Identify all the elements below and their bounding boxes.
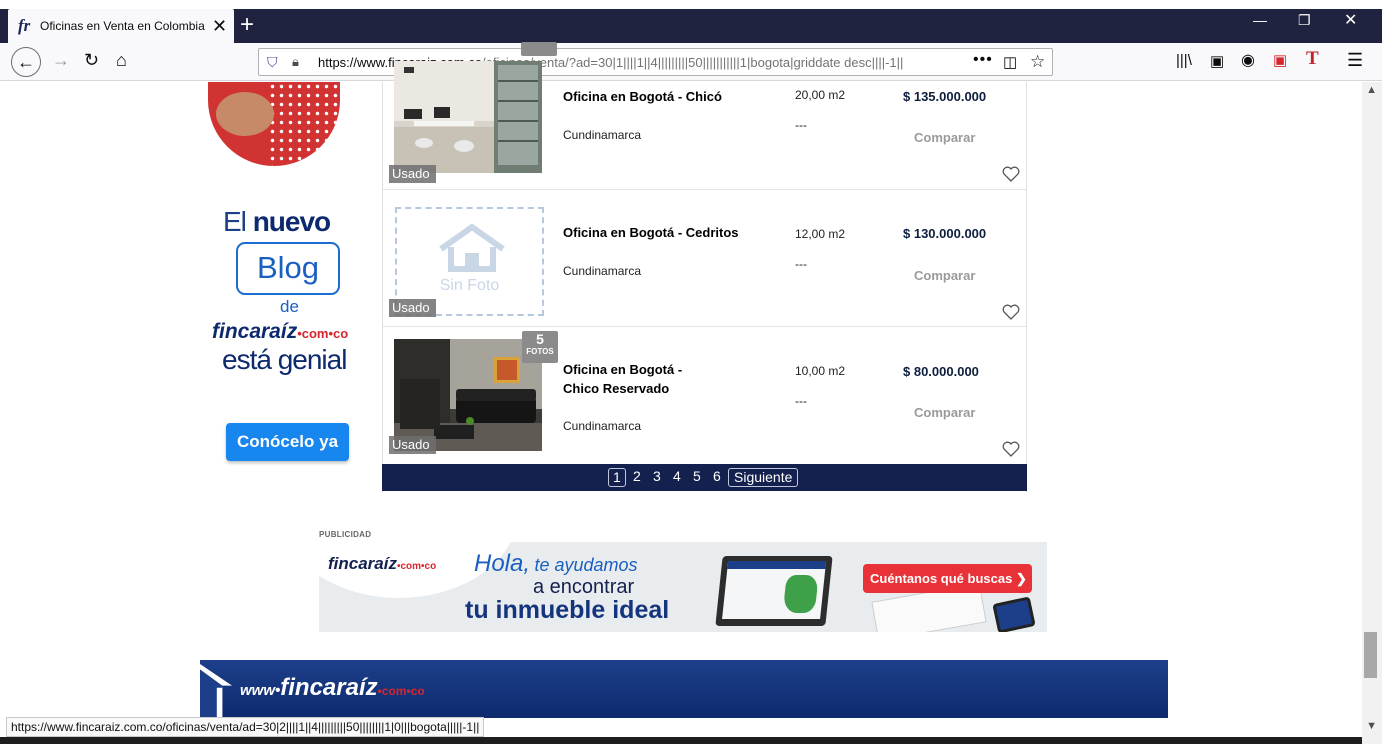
reload-icon[interactable]: ↻ [84, 50, 99, 71]
office-photo[interactable] [394, 61, 542, 173]
sidebar-icon[interactable]: ▣ [1210, 52, 1224, 70]
listing-rooms: --- [795, 394, 807, 408]
favorite-heart-icon[interactable] [1002, 441, 1020, 457]
favorite-heart-icon[interactable] [1002, 304, 1020, 320]
house-placeholder-icon [439, 223, 505, 272]
site-footer: www•fincaraíz•com•co [200, 660, 1168, 718]
listing-region: Cundinamarca [563, 419, 642, 433]
office-photo[interactable] [394, 339, 542, 451]
tab-bar: fr Oficinas en Venta en Colombia ✕ + — ❐… [0, 0, 1382, 43]
title-strip [0, 0, 1382, 9]
listing-area: 12,00 m2 [795, 227, 846, 241]
page-link[interactable]: 2 [633, 468, 641, 487]
blog-ad-brand-logo: fincaraíz•com•co [212, 320, 349, 343]
tab-title: Oficinas en Venta en Colombia [40, 19, 205, 33]
page-link-current[interactable]: 1 [608, 468, 626, 487]
listing-title-line2: Chico Reservado [563, 381, 670, 396]
lock-icon[interactable]: 🔒︎ [292, 54, 299, 70]
listing-region: Cundinamarca [563, 264, 642, 278]
next-page-button[interactable]: Siguiente [728, 468, 799, 487]
photo-count: 5 [536, 331, 544, 347]
listing-photo-frame[interactable]: Usado [386, 42, 557, 185]
scrollbar-thumb[interactable] [1364, 632, 1377, 678]
blog-ad-line4: está genial [222, 344, 347, 375]
banner-brand-logo: fincaraíz•com•co [328, 554, 437, 573]
close-tab-icon[interactable]: ✕ [212, 16, 227, 37]
blog-ad-line1: El nuevo [223, 206, 331, 237]
cuentanos-que-buscas-button[interactable]: Cuéntanos qué buscas ❯ [863, 564, 1032, 593]
minimize-icon[interactable]: — [1253, 12, 1267, 28]
condition-badge: Usado [389, 165, 436, 183]
photo-count-label: FOTOS [526, 347, 554, 356]
page-link[interactable]: 5 [693, 468, 701, 487]
library-icon[interactable]: |||\ [1176, 52, 1192, 69]
listing-title[interactable]: Oficina en Bogotá - Chicó [563, 87, 733, 106]
back-icon[interactable]: ← [11, 47, 41, 77]
forward-icon[interactable]: → [52, 50, 70, 71]
banner-headline-1: Hola, te ayudamos [474, 550, 638, 577]
photo-count-badge [521, 42, 557, 56]
listing-area: 10,00 m2 [795, 364, 846, 378]
home-icon[interactable]: ⌂ [116, 50, 127, 71]
advertising-banner[interactable]: fincaraíz•com•co Hola, te ayudamos a enc… [319, 542, 1047, 632]
translate-extension-icon[interactable]: T [1306, 48, 1319, 70]
listing-item[interactable]: 5 FOTOS Usado Oficina en Bogotá - Chico … [383, 327, 1026, 464]
active-tab[interactable]: fr Oficinas en Venta en Colombia ✕ [8, 9, 234, 43]
scroll-up-icon[interactable]: ▲ [1366, 84, 1377, 96]
listing-rooms: --- [795, 257, 807, 271]
listing-title[interactable]: Oficina en Bogotá - Chico Reservado [563, 360, 733, 398]
close-window-icon[interactable]: ✕ [1344, 10, 1357, 30]
page-link[interactable]: 4 [673, 468, 681, 487]
listing-photo-frame[interactable]: 5 FOTOS Usado [386, 327, 558, 470]
site-favicon-icon: fr [18, 16, 31, 35]
listing-price: $ 135.000.000 [903, 89, 987, 104]
listing-price: $ 80.000.000 [903, 364, 979, 379]
listing-title-line1: Oficina en Bogotá - [563, 362, 683, 377]
bookmark-star-icon[interactable]: ☆ [1030, 52, 1045, 72]
blog-ad-photo [208, 82, 340, 166]
listing-item[interactable]: Usado Oficina en Bogotá - Chicó Cundinam… [383, 42, 1026, 190]
favorite-heart-icon[interactable] [1002, 166, 1020, 182]
blog-ad-de: de [280, 297, 299, 316]
listing-rooms: --- [795, 118, 807, 132]
listing-region: Cundinamarca [563, 128, 642, 142]
pagination: 1 2 3 4 5 6 Siguiente [382, 464, 1027, 491]
condition-badge: Usado [389, 299, 436, 317]
advertising-label: PUBLICIDAD [319, 530, 372, 539]
condition-badge: Usado [389, 436, 436, 454]
menu-icon[interactable]: ☰ [1347, 50, 1363, 71]
listing-results: Usado Oficina en Bogotá - Chicó Cundinam… [382, 42, 1027, 492]
scroll-down-icon[interactable]: ▼ [1366, 720, 1377, 732]
restore-icon[interactable]: ❐ [1298, 12, 1311, 29]
browser-window: fr Oficinas en Venta en Colombia ✕ + — ❐… [0, 0, 1382, 744]
compare-button[interactable]: Comparar [914, 130, 975, 145]
footer-brand-logo[interactable]: www•fincaraíz•com•co [240, 674, 425, 702]
photo-count-badge: 5 FOTOS [522, 331, 558, 363]
listing-area: 20,00 m2 [795, 88, 846, 102]
no-photo-text: Sin Foto [439, 277, 500, 294]
listing-item[interactable]: Sin Foto Usado Oficina en Bogotá - Cedri… [383, 190, 1026, 327]
listing-price: $ 130.000.000 [903, 226, 987, 241]
pocket-extension-icon[interactable]: ▣ [1273, 51, 1287, 69]
blog-ad-box: Blog [236, 242, 340, 295]
listing-photo-frame[interactable]: Sin Foto Usado [386, 190, 548, 333]
page-link[interactable]: 6 [713, 468, 721, 487]
new-tab-icon[interactable]: + [240, 11, 254, 39]
laptop-illustration [715, 556, 833, 626]
status-bar-link: https://www.fincaraiz.com.co/oficinas/ve… [6, 717, 485, 737]
banner-headline-3: tu inmueble ideal [465, 596, 670, 624]
account-icon[interactable]: ◉ [1241, 50, 1255, 70]
compare-button[interactable]: Comparar [914, 405, 975, 420]
compare-button[interactable]: Comparar [914, 268, 975, 283]
chevron-right-icon: ❯ [1015, 571, 1027, 586]
conocelo-ya-button[interactable]: Conócelo ya [226, 423, 349, 461]
taskbar-strip [0, 737, 1362, 744]
page-link[interactable]: 3 [653, 468, 661, 487]
phone-illustration [992, 596, 1036, 632]
tracking-shield-icon[interactable]: ⛉ [267, 54, 278, 71]
listing-title[interactable]: Oficina en Bogotá - Cedritos [563, 223, 763, 242]
blog-ad[interactable]: El nuevo Blog de fincaraíz•com•co está g… [200, 82, 380, 482]
